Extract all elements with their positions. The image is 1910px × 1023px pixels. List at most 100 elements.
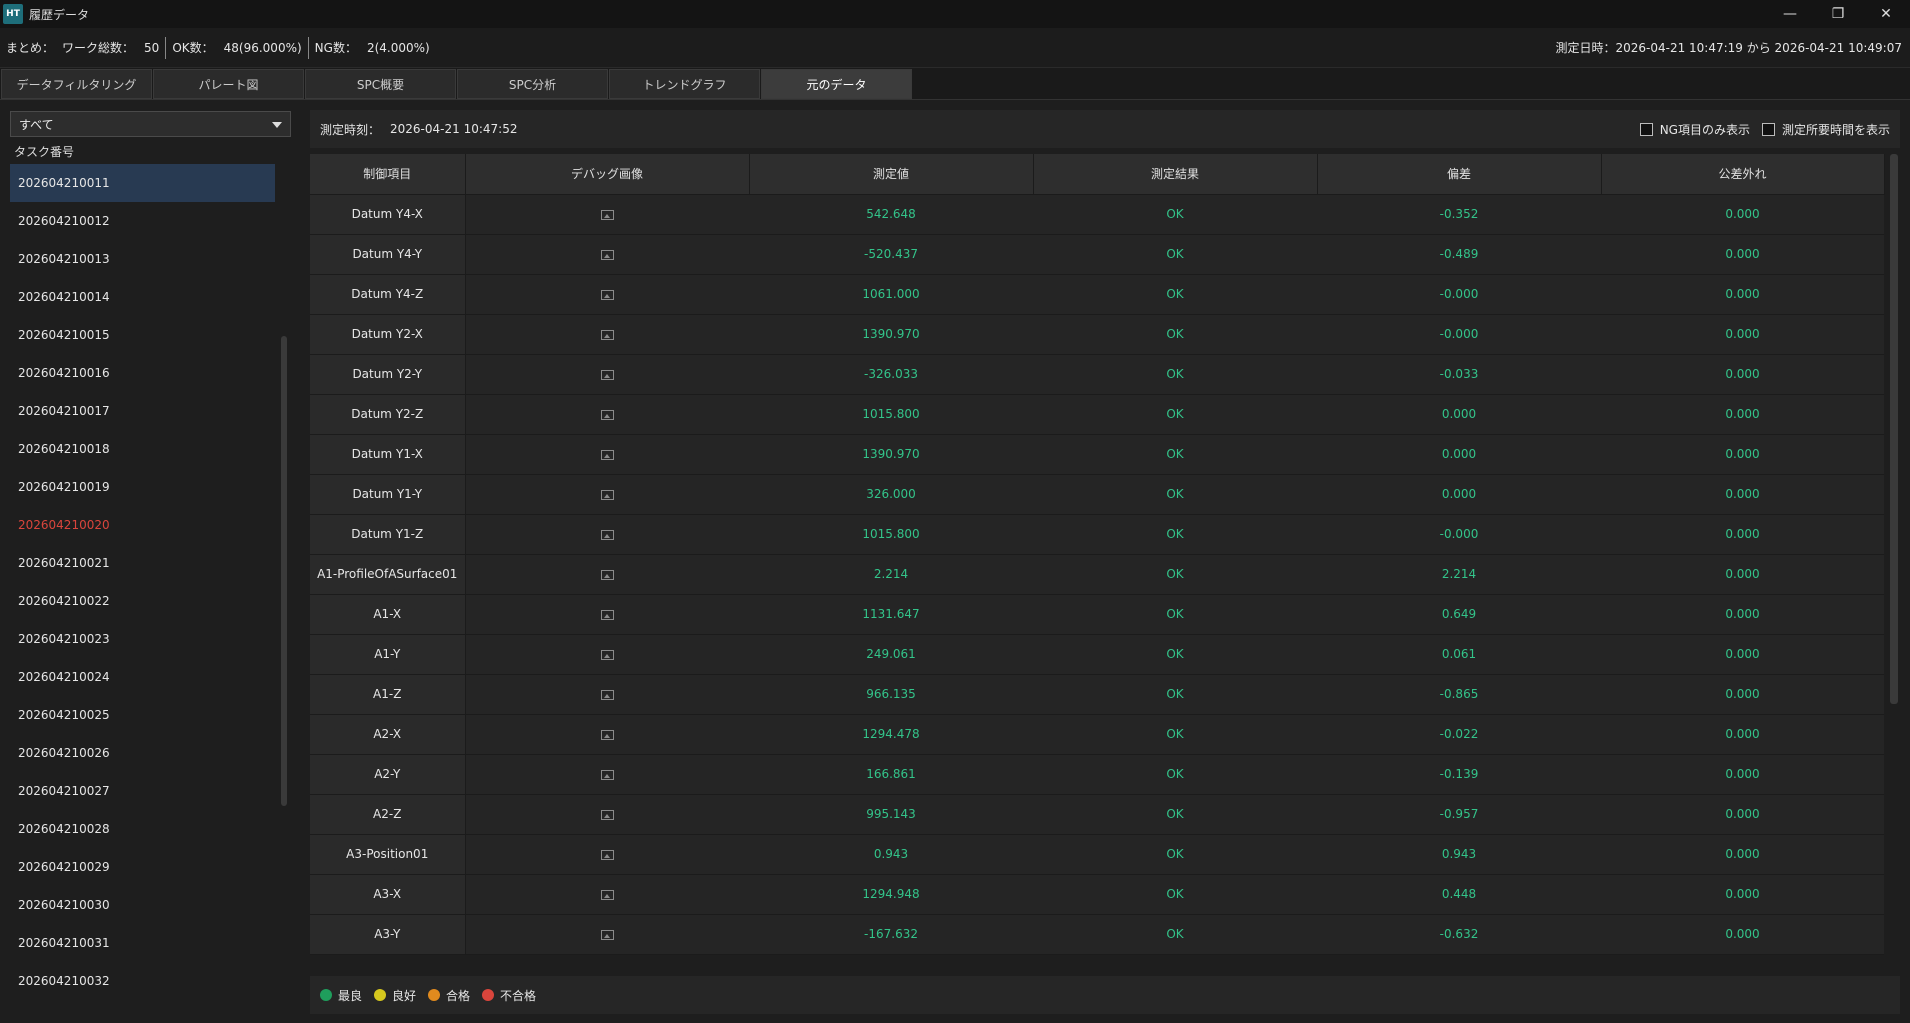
close-icon[interactable]: ✕ — [1862, 0, 1910, 28]
debug-image-cell[interactable] — [465, 474, 749, 515]
task-list-item[interactable]: 202604210029 — [10, 848, 275, 886]
image-icon[interactable] — [600, 369, 614, 380]
checkbox-unchecked-icon[interactable] — [1639, 122, 1653, 136]
restore-icon[interactable]: ❐ — [1814, 0, 1862, 28]
image-icon[interactable] — [600, 689, 614, 700]
debug-image-cell[interactable] — [465, 434, 749, 475]
image-icon[interactable] — [600, 609, 614, 620]
debug-image-cell[interactable] — [465, 914, 749, 955]
task-list-item[interactable]: 202604210015 — [10, 316, 275, 354]
debug-image-cell[interactable] — [465, 554, 749, 595]
image-icon[interactable] — [600, 889, 614, 900]
task-list-item[interactable]: 202604210012 — [10, 202, 275, 240]
tab-spc-overview[interactable]: SPC概要 — [305, 69, 456, 99]
task-list-item[interactable]: 202604210023 — [10, 620, 275, 658]
checkbox-unchecked-icon[interactable] — [1761, 122, 1775, 136]
tab-spc-analysis[interactable]: SPC分析 — [457, 69, 608, 99]
task-list-item[interactable]: 202604210020 — [10, 506, 275, 544]
image-icon[interactable] — [600, 329, 614, 340]
table-row[interactable]: A1-X 1131.647 OK 0.649 0.000 — [310, 594, 1884, 635]
image-icon[interactable] — [600, 569, 614, 580]
debug-image-cell[interactable] — [465, 834, 749, 875]
image-icon[interactable] — [600, 409, 614, 420]
image-icon[interactable] — [600, 289, 614, 300]
image-icon[interactable] — [600, 489, 614, 500]
task-list-item[interactable]: 202604210013 — [10, 240, 275, 278]
tab-pareto[interactable]: パレート図 — [153, 69, 304, 99]
sidebar-scrollbar[interactable] — [281, 336, 287, 806]
measured-value-cell: 249.061 — [749, 634, 1033, 675]
table-row[interactable]: Datum Y1-Y 326.000 OK 0.000 0.000 — [310, 474, 1884, 515]
image-icon[interactable] — [600, 209, 614, 220]
debug-image-cell[interactable] — [465, 314, 749, 355]
table-row[interactable]: A1-ProfileOfASurface01 2.214 OK 2.214 0.000 — [310, 554, 1884, 595]
ng-only-checkbox[interactable]: NG項目のみ表示 — [1639, 121, 1750, 138]
task-list-item[interactable]: 202604210011 — [10, 164, 275, 202]
image-icon[interactable] — [600, 449, 614, 460]
image-icon[interactable] — [600, 929, 614, 940]
image-icon[interactable] — [600, 849, 614, 860]
image-icon[interactable] — [600, 249, 614, 260]
task-list-item[interactable]: 202604210026 — [10, 734, 275, 772]
show-duration-checkbox[interactable]: 測定所要時間を表示 — [1761, 121, 1890, 138]
debug-image-cell[interactable] — [465, 194, 749, 235]
table-row[interactable]: A1-Z 966.135 OK -0.865 0.000 — [310, 674, 1884, 715]
debug-image-cell[interactable] — [465, 754, 749, 795]
debug-image-cell[interactable] — [465, 714, 749, 755]
debug-image-cell[interactable] — [465, 234, 749, 275]
task-list-item[interactable]: 202604210014 — [10, 278, 275, 316]
col-header-result: 測定結果 — [1033, 154, 1318, 195]
tab-raw-data[interactable]: 元のデータ — [761, 69, 912, 99]
table-row[interactable]: A3-X 1294.948 OK 0.448 0.000 — [310, 874, 1884, 915]
image-icon[interactable] — [600, 649, 614, 660]
legend-dot-icon — [482, 989, 495, 1001]
debug-image-cell[interactable] — [465, 274, 749, 315]
task-list-item[interactable]: 202604210024 — [10, 658, 275, 696]
debug-image-cell[interactable] — [465, 794, 749, 835]
table-row[interactable]: A2-Z 995.143 OK -0.957 0.000 — [310, 794, 1884, 835]
debug-image-cell[interactable] — [465, 594, 749, 635]
table-row[interactable]: A2-X 1294.478 OK -0.022 0.000 — [310, 714, 1884, 755]
tab-trend-graph[interactable]: トレンドグラフ — [609, 69, 760, 99]
table-row[interactable]: A1-Y 249.061 OK 0.061 0.000 — [310, 634, 1884, 675]
task-list-item[interactable]: 202604210025 — [10, 696, 275, 734]
table-row[interactable]: Datum Y4-Z 1061.000 OK -0.000 0.000 — [310, 274, 1884, 315]
task-list-item[interactable]: 202604210019 — [10, 468, 275, 506]
table-row[interactable]: Datum Y2-Y -326.033 OK -0.033 0.000 — [310, 354, 1884, 395]
table-row[interactable]: Datum Y1-Z 1015.800 OK -0.000 0.000 — [310, 514, 1884, 555]
table-row[interactable]: Datum Y2-X 1390.970 OK -0.000 0.000 — [310, 314, 1884, 355]
task-list-item[interactable]: 202604210030 — [10, 886, 275, 924]
image-icon[interactable] — [600, 769, 614, 780]
debug-image-cell[interactable] — [465, 514, 749, 555]
table-row[interactable]: Datum Y1-X 1390.970 OK 0.000 0.000 — [310, 434, 1884, 475]
task-list-item[interactable]: 202604210032 — [10, 962, 275, 1000]
minimize-icon[interactable]: — — [1766, 0, 1814, 28]
task-list-item[interactable]: 202604210016 — [10, 354, 275, 392]
task-list-item[interactable]: 202604210021 — [10, 544, 275, 582]
task-list-item[interactable]: 202604210018 — [10, 430, 275, 468]
table-row[interactable]: Datum Y4-X 542.648 OK -0.352 0.000 — [310, 194, 1884, 235]
table-row[interactable]: Datum Y4-Y -520.437 OK -0.489 0.000 — [310, 234, 1884, 275]
table-row[interactable]: A3-Position01 0.943 OK 0.943 0.000 — [310, 834, 1884, 875]
filter-dropdown[interactable]: すべて — [10, 111, 291, 137]
task-list-item[interactable]: 202604210031 — [10, 924, 275, 962]
task-list-item[interactable]: 202604210022 — [10, 582, 275, 620]
debug-image-cell[interactable] — [465, 874, 749, 915]
table-scrollbar[interactable] — [1890, 154, 1898, 704]
control-item-cell: Datum Y2-Y — [310, 354, 466, 395]
task-list-item[interactable]: 202604210027 — [10, 772, 275, 810]
image-icon[interactable] — [600, 809, 614, 820]
task-list-item[interactable]: 202604210017 — [10, 392, 275, 430]
measure-time-bar: 測定時刻： 2026-04-21 10:47:52 NG項目のみ表示 測定所要時… — [310, 110, 1900, 148]
table-row[interactable]: A3-Y -167.632 OK -0.632 0.000 — [310, 914, 1884, 955]
image-icon[interactable] — [600, 529, 614, 540]
debug-image-cell[interactable] — [465, 674, 749, 715]
debug-image-cell[interactable] — [465, 394, 749, 435]
table-row[interactable]: A2-Y 166.861 OK -0.139 0.000 — [310, 754, 1884, 795]
debug-image-cell[interactable] — [465, 634, 749, 675]
tab-data-filtering[interactable]: データフィルタリング — [1, 69, 152, 99]
image-icon[interactable] — [600, 729, 614, 740]
debug-image-cell[interactable] — [465, 354, 749, 395]
table-row[interactable]: Datum Y2-Z 1015.800 OK 0.000 0.000 — [310, 394, 1884, 435]
task-list-item[interactable]: 202604210028 — [10, 810, 275, 848]
